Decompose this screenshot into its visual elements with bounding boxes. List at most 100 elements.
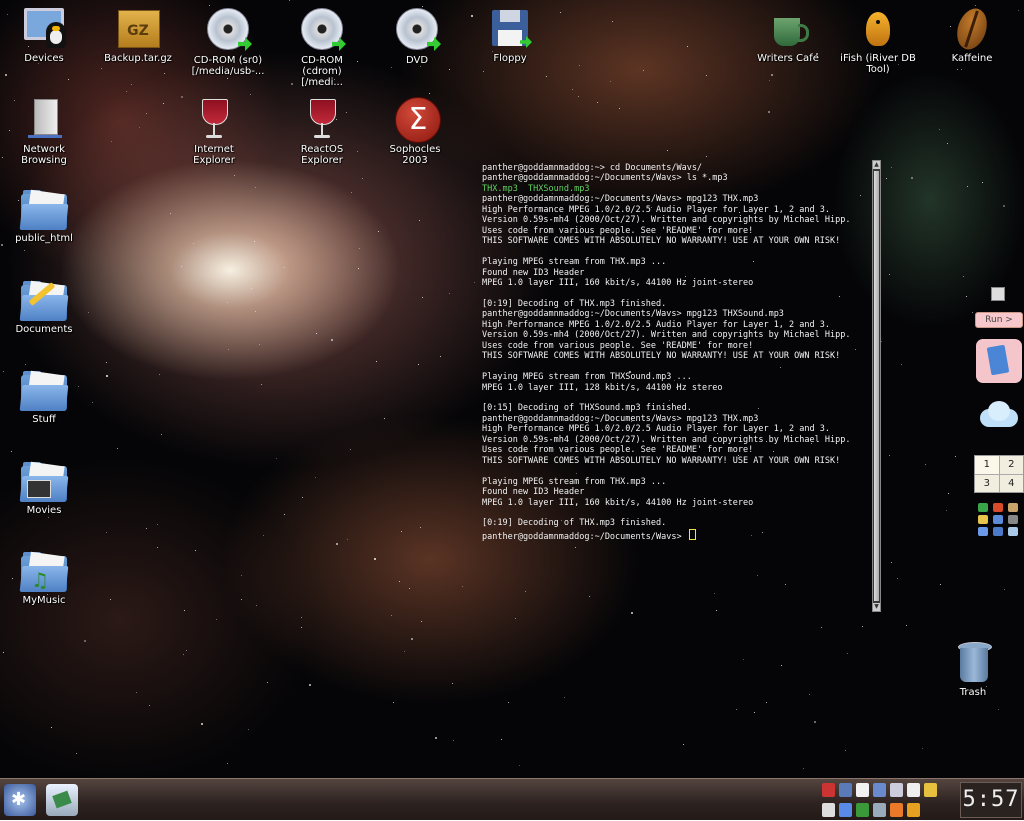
terminal-line: [0:15] Decoding of THXSound.mp3 finished… bbox=[482, 403, 692, 414]
wine-glass-icon bbox=[190, 97, 238, 141]
terminal-line: High Performance MPEG 1.0/2.0/2.5 Audio … bbox=[482, 319, 830, 330]
cdrom-sr0-icon[interactable]: CD-ROM (sr0) [/media/usb-... bbox=[188, 6, 268, 77]
network-browsing-icon[interactable]: Network Browsing bbox=[4, 97, 84, 166]
movies-folder[interactable]: Movies bbox=[4, 460, 84, 516]
terminal-line: [0:19] Decoding of THX.mp3 finished. bbox=[482, 298, 667, 309]
dvd-icon[interactable]: DVD bbox=[377, 6, 457, 66]
terminal-line: panther@goddamnmaddog:~/Documents/Wavs> bbox=[482, 528, 850, 542]
terminal-line: Uses code from various people. See 'READ… bbox=[482, 225, 754, 236]
network-status-icon[interactable] bbox=[839, 783, 852, 797]
settings-icon[interactable] bbox=[1008, 515, 1018, 524]
backup-archive-icon[interactable]: GZ Backup.tar.gz bbox=[98, 6, 178, 64]
folder-pencil-icon bbox=[19, 280, 69, 321]
usb-icon[interactable] bbox=[873, 802, 886, 817]
pager-desktop-1[interactable]: 1 bbox=[975, 456, 999, 474]
terminal-output[interactable]: panther@goddamnmaddog:~> cd Documents/Wa… bbox=[482, 163, 850, 542]
terminal-line: Version 0.59s-mh4 (2000/Oct/27). Written… bbox=[482, 215, 851, 226]
network-icon[interactable] bbox=[993, 527, 1003, 536]
terminal-window[interactable]: panther@goddamnmaddog:~> cd Documents/Wa… bbox=[482, 158, 880, 613]
chat-icon[interactable] bbox=[978, 515, 988, 524]
run-button[interactable]: Run > bbox=[975, 312, 1023, 328]
edit-icon[interactable] bbox=[991, 287, 1005, 301]
scroll-down-icon[interactable]: ▼ bbox=[873, 603, 880, 611]
flag-icon[interactable] bbox=[822, 783, 835, 797]
writers-cafe-icon[interactable]: Writers Cafe bbox=[748, 6, 828, 64]
desktop: Devices GZ Backup.tar.gz CD-ROM (sr0) [/… bbox=[0, 0, 1024, 778]
battery-icon[interactable] bbox=[856, 802, 869, 817]
terminal-cursor bbox=[688, 528, 696, 540]
trash-can-icon bbox=[949, 640, 997, 684]
sigma-icon: Σ bbox=[391, 97, 441, 143]
devices-icon[interactable]: Devices bbox=[4, 6, 84, 64]
wine-glass-icon bbox=[298, 97, 346, 141]
pager-desktop-2[interactable]: 2 bbox=[999, 456, 1023, 474]
kaffeine-icon[interactable]: Kaffeine bbox=[932, 4, 1012, 64]
terminal-line: THIS SOFTWARE COMES WITH ABSOLUTELY NO W… bbox=[482, 351, 841, 362]
fish-icon bbox=[854, 6, 902, 50]
terminal-line: MPEG 1.0 layer III, 160 kbit/s, 44100 Hz… bbox=[482, 277, 754, 288]
terminal-line: Version 0.59s-mh4 (2000/Oct/27). Written… bbox=[482, 330, 851, 341]
scroll-up-icon[interactable]: ▲ bbox=[873, 161, 880, 169]
kde-menu-button[interactable]: ✱ bbox=[4, 784, 36, 816]
tools-icon[interactable] bbox=[1008, 503, 1018, 512]
cd-icon bbox=[207, 8, 252, 51]
globe-icon[interactable] bbox=[1008, 527, 1018, 536]
monitor-icon bbox=[20, 6, 68, 50]
terminal-line: MPEG 1.0 layer III, 160 kbit/s, 44100 Hz… bbox=[482, 497, 754, 508]
user-icon[interactable] bbox=[873, 783, 886, 797]
floppy-icon[interactable]: Floppy bbox=[470, 6, 550, 64]
desktop-icon bbox=[52, 790, 72, 809]
ifish-icon[interactable]: iFish (iRiver DB Tool) bbox=[838, 6, 918, 75]
internet-explorer-icon[interactable]: Internet Explorer bbox=[174, 97, 254, 166]
pager-desktop-4[interactable]: 4 bbox=[999, 474, 1023, 492]
terminal-scrollbar[interactable]: ▲ ▼ bbox=[872, 160, 881, 612]
folder-tray-icon[interactable] bbox=[890, 802, 903, 817]
terminal-line: THX.mp3 THXSound.mp3 bbox=[482, 183, 590, 194]
speaker-icon[interactable] bbox=[978, 527, 988, 536]
terminal-line: THIS SOFTWARE COMES WITH ABSOLUTELY NO W… bbox=[482, 455, 841, 466]
book-icon bbox=[986, 344, 1010, 376]
desktop-pager[interactable]: 1 2 3 4 bbox=[974, 455, 1024, 493]
terminal-line: Found new ID3 Header bbox=[482, 487, 585, 498]
print-icon[interactable] bbox=[907, 783, 920, 797]
documents-folder[interactable]: Documents bbox=[4, 279, 84, 335]
star-icon[interactable] bbox=[978, 503, 988, 512]
alarm-icon[interactable] bbox=[907, 802, 920, 817]
quick-launch-grid[interactable] bbox=[978, 503, 1022, 536]
sophocles-icon[interactable]: Σ Sophocles 2003 bbox=[375, 97, 455, 166]
system-tray bbox=[818, 781, 962, 821]
volume-icon[interactable] bbox=[839, 802, 852, 817]
kwallet-icon[interactable] bbox=[822, 802, 835, 817]
pager-desktop-3[interactable]: 3 bbox=[975, 474, 999, 492]
reactos-explorer-icon[interactable]: ReactOS Explorer bbox=[282, 97, 362, 166]
display-icon[interactable] bbox=[890, 783, 903, 797]
mail-icon[interactable] bbox=[993, 515, 1003, 524]
mymusic-folder[interactable]: ♫ MyMusic bbox=[4, 550, 84, 606]
clock[interactable]: 5:57 bbox=[960, 782, 1022, 818]
bug-icon[interactable] bbox=[993, 503, 1003, 512]
stuff-folder[interactable]: Stuff bbox=[4, 369, 84, 425]
terminal-line: panther@goddamnmaddog:~/Documents/Wavs> … bbox=[482, 173, 728, 184]
clipboard-icon[interactable] bbox=[856, 783, 869, 797]
dvd-disc-icon bbox=[396, 8, 441, 51]
notes-icon[interactable] bbox=[924, 783, 937, 797]
weather-cloud-icon[interactable] bbox=[976, 395, 1022, 439]
folder-film-icon bbox=[19, 461, 69, 502]
terminal-line: panther@goddamnmaddog:~> cd Documents/Wa… bbox=[482, 163, 703, 173]
show-desktop-button[interactable] bbox=[46, 784, 78, 816]
public-html-folder[interactable]: public_html bbox=[4, 188, 84, 244]
cdrom-icon[interactable]: CD-ROM (cdrom) [/medi... bbox=[282, 6, 362, 88]
terminal-line: Uses code from various people. See 'READ… bbox=[482, 445, 754, 456]
terminal-line: Version 0.59s-mh4 (2000/Oct/27). Written… bbox=[482, 434, 851, 445]
terminal-line: High Performance MPEG 1.0/2.0/2.5 Audio … bbox=[482, 424, 830, 435]
address-book-button[interactable] bbox=[976, 339, 1022, 383]
folder-icon bbox=[19, 189, 69, 230]
scrollbar-thumb[interactable] bbox=[874, 171, 879, 601]
cd-icon bbox=[301, 8, 346, 51]
terminal-line: Found new ID3 Header bbox=[482, 267, 585, 278]
terminal-line: panther@goddamnmaddog:~/Documents/Wavs> … bbox=[482, 413, 759, 424]
trash-icon[interactable]: Trash bbox=[933, 640, 1013, 698]
